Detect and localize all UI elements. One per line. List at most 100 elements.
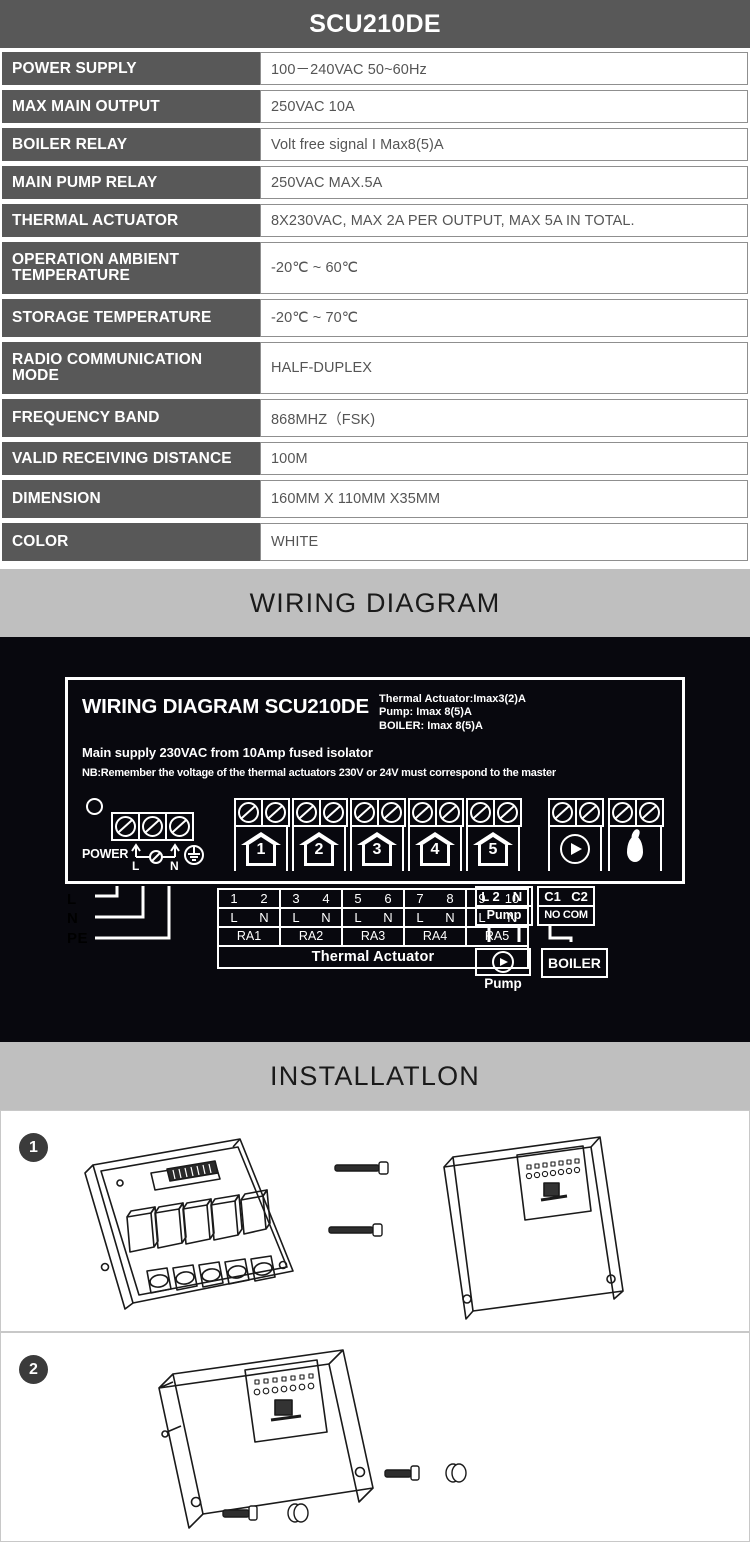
zone-number: 4 bbox=[430, 841, 440, 859]
screw-terminal bbox=[493, 798, 522, 828]
spec-value: 100M bbox=[260, 442, 748, 475]
screw-terminal bbox=[165, 812, 194, 842]
ta-number: 5 bbox=[354, 891, 362, 907]
screw-icon bbox=[323, 802, 344, 824]
lower-wiring-area: L N PE 1 2 L N RA1 3 4 L N RA2 5 6 L N R… bbox=[65, 886, 685, 994]
ta-number: 7 bbox=[416, 891, 424, 907]
spec-value: 250VAC 10A bbox=[260, 90, 748, 123]
boiler-output-unit bbox=[608, 798, 664, 872]
screw-icon bbox=[497, 802, 518, 824]
table-row: OPERATION AMBIENT TEMPERATURE -20℃ ~ 60℃ bbox=[0, 242, 750, 294]
spec-value: 868MHZ（FSK) bbox=[260, 399, 748, 437]
ta-numbers: 7 8 bbox=[405, 890, 465, 910]
pump-device-box bbox=[475, 948, 531, 977]
zone-unit: 2 bbox=[292, 798, 348, 872]
table-row: FREQUENCY BAND 868MHZ（FSK) bbox=[0, 399, 750, 437]
screw-icon bbox=[354, 802, 375, 824]
pump-boiler-area: L 2 N Pump C1 C2 NO COM Pump BOILER bbox=[475, 886, 608, 991]
spec-label-line1: THERMAL ACTUATOR bbox=[12, 211, 179, 229]
spec-value: WHITE bbox=[260, 523, 748, 561]
screw-terminal bbox=[548, 798, 577, 828]
table-row: POWER SUPPLY 100－240VAC 50~60Hz bbox=[0, 52, 750, 85]
zone-body: 3 bbox=[350, 827, 404, 872]
flame-icon bbox=[627, 836, 643, 863]
pump-icon bbox=[492, 951, 514, 974]
spec-label-line1: MAX MAIN OUTPUT bbox=[12, 97, 160, 115]
zone-body: 4 bbox=[408, 827, 462, 872]
spec-label-line1: DIMENSION bbox=[12, 490, 101, 508]
power-input-block: POWER L N bbox=[82, 798, 220, 871]
unit-with-fasteners-drawing bbox=[158, 1349, 467, 1530]
pump-boiler-terminals: L 2 N Pump C1 C2 NO COM bbox=[475, 886, 600, 927]
zone-number: 3 bbox=[372, 841, 382, 859]
screw-terminal bbox=[575, 798, 604, 828]
table-row: DIMENSION 160MM X 110MM X35MM bbox=[0, 480, 750, 518]
zone-body: 5 bbox=[466, 827, 520, 872]
pump-terminal-block: L 2 N Pump bbox=[475, 886, 533, 927]
table-row: MAIN PUMP RELAY 250VAC MAX.5A bbox=[0, 166, 750, 199]
ta-terminals: L N bbox=[405, 909, 465, 929]
spec-label: STORAGE TEMPERATURE bbox=[2, 299, 260, 337]
rating-thermal-actuator: Thermal Actuator:Imax3(2)A bbox=[379, 693, 526, 705]
installation-banner: INSTALLATLON bbox=[0, 1042, 750, 1111]
wiring-diagram-title: WIRING DIAGRAM SCU210DE bbox=[82, 695, 369, 718]
spec-label: MAIN PUMP RELAY bbox=[2, 166, 260, 199]
installation-step-1: 1 bbox=[0, 1110, 750, 1333]
table-row: MAX MAIN OUTPUT 250VAC 10A bbox=[0, 90, 750, 123]
pump-icon bbox=[560, 834, 590, 865]
screw-icon bbox=[579, 802, 600, 824]
power-label: POWER bbox=[82, 847, 129, 862]
zone-screw-terminals bbox=[408, 798, 464, 828]
zone-unit: 5 bbox=[466, 798, 522, 872]
spec-label: POWER SUPPLY bbox=[2, 52, 260, 85]
boiler-terminal-block: C1 C2 NO COM bbox=[537, 886, 595, 927]
screw-terminal bbox=[435, 798, 464, 828]
screw-terminal bbox=[350, 798, 379, 828]
ta-numbers: 1 2 bbox=[219, 890, 279, 910]
screw-terminal bbox=[138, 812, 167, 842]
house-icon: 2 bbox=[299, 832, 339, 867]
installation-step-2: 2 bbox=[0, 1332, 750, 1543]
spec-label: VALID RECEIVING DISTANCE bbox=[2, 442, 260, 475]
spec-label: COLOR bbox=[2, 523, 260, 561]
house-icon: 3 bbox=[357, 832, 397, 867]
wiring-diagram-stage: WIRING DIAGRAM SCU210DE Thermal Actuator… bbox=[0, 637, 750, 1043]
spec-label-line1: MAIN PUMP RELAY bbox=[12, 173, 158, 191]
screw-icon bbox=[115, 816, 136, 838]
screw-icon bbox=[612, 802, 633, 824]
zone-unit: 1 bbox=[234, 798, 290, 872]
screw-terminal bbox=[377, 798, 406, 828]
ta-ra-label: RA1 bbox=[219, 928, 279, 948]
zone-unit: 4 bbox=[408, 798, 464, 872]
boiler-terminal-c1: C1 bbox=[544, 889, 561, 905]
step-1-illustration bbox=[1, 1111, 749, 1331]
zone-body: 1 bbox=[234, 827, 288, 872]
specification-table: POWER SUPPLY 100－240VAC 50~60Hz MAX MAIN… bbox=[0, 48, 750, 561]
boiler-terminal-c2: C2 bbox=[571, 889, 588, 905]
ta-group: 3 4 L N RA2 bbox=[281, 890, 343, 948]
screw-icon bbox=[296, 802, 317, 824]
ta-terminal-l: L bbox=[292, 910, 300, 926]
power-terminals bbox=[82, 798, 220, 842]
spec-label-line2: TEMPERATURE bbox=[12, 267, 130, 284]
zone-screw-terminals bbox=[350, 798, 406, 828]
screw-icon bbox=[470, 802, 491, 824]
spec-value: Volt free signal I Max8(5)A bbox=[260, 128, 748, 161]
table-row: RADIO COMMUNICATION MODE HALF-DUPLEX bbox=[0, 342, 750, 394]
ta-number: 3 bbox=[292, 891, 300, 907]
pump-terminal-l2: L 2 bbox=[481, 889, 500, 905]
ta-terminals: L N bbox=[281, 909, 341, 929]
output-screw-terminals bbox=[548, 798, 604, 828]
ta-number: 2 bbox=[260, 891, 268, 907]
screw-icon bbox=[381, 802, 402, 824]
zone-screw-terminals bbox=[234, 798, 290, 828]
screw-terminal bbox=[292, 798, 321, 828]
screw-terminal bbox=[261, 798, 290, 828]
wiring-diagram-header: WIRING DIAGRAM SCU210DE Thermal Actuator… bbox=[82, 692, 668, 733]
output-body bbox=[608, 827, 662, 872]
ta-terminal-n: N bbox=[321, 910, 331, 926]
spec-label: MAX MAIN OUTPUT bbox=[2, 90, 260, 123]
step-badge: 1 bbox=[19, 1133, 48, 1163]
spec-label-line1: STORAGE TEMPERATURE bbox=[12, 309, 212, 327]
table-row: VALID RECEIVING DISTANCE 100M bbox=[0, 442, 750, 475]
